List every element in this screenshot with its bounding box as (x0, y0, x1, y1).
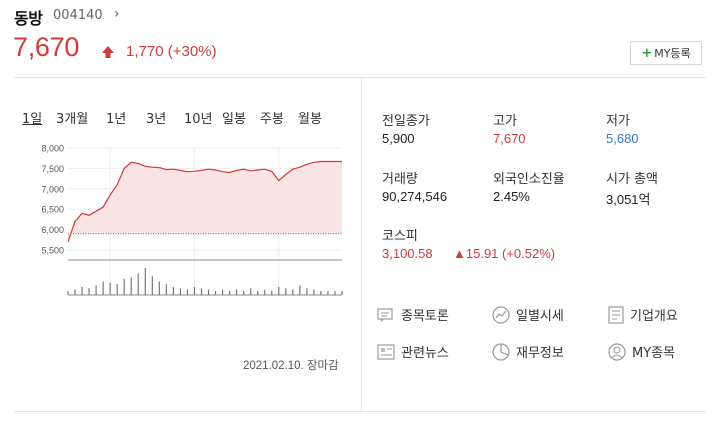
divider-top (14, 77, 706, 78)
stock-code[interactable]: 004140 (53, 8, 103, 23)
add-my-stock-button[interactable]: + MY등록 (630, 41, 702, 65)
stat-label-0: 전일종가 (382, 114, 430, 129)
up-arrow-icon (101, 44, 115, 63)
tab-4[interactable]: 10년 (184, 108, 222, 127)
tab-5[interactable]: 일봉 (222, 108, 260, 127)
current-price: 7,670 (13, 32, 80, 62)
change-amount: 1,770 (126, 43, 164, 60)
price-chart[interactable]: 8,0007,5007,0006,5006,0005,50010:0012:00… (28, 140, 348, 300)
y-tick-label: 8,000 (41, 144, 64, 154)
link-label: MY종목 (632, 346, 676, 361)
y-tick-label: 5,500 (41, 246, 64, 256)
period-tabs: 1일 3개월 1년 3년 10년 일봉 주봉 월봉 (22, 108, 328, 127)
link-label: 기업개요 (630, 309, 678, 324)
chart-date: 2021.02.10. 장마감 (243, 360, 339, 372)
y-tick-label: 7,000 (41, 184, 64, 194)
plus-icon: + (641, 45, 653, 61)
stat-value-0: 5,900 (382, 131, 415, 146)
my-register-label: MY등록 (654, 47, 691, 60)
stat-value-2: 5,680 (606, 131, 639, 146)
user-icon (608, 342, 626, 361)
stock-name[interactable]: 동방 (14, 5, 43, 29)
trend-icon (492, 305, 510, 324)
pie-icon (492, 342, 510, 361)
tab-0[interactable]: 1일 (22, 108, 56, 127)
stat-value-5: 3,051억 (606, 192, 651, 207)
stat-label-1: 고가 (493, 114, 517, 129)
stat-label-3: 거래량 (382, 172, 418, 187)
company-icon (608, 305, 624, 324)
index-label: 코스피 (382, 229, 418, 244)
link-pie[interactable]: 재무정보 (492, 342, 564, 361)
tab-3[interactable]: 3년 (146, 108, 184, 127)
link-news[interactable]: 관련뉴스 (377, 342, 449, 361)
stat-label-4: 외국인소진율 (493, 172, 565, 187)
stat-label-5: 시가 총액 (606, 172, 658, 187)
stat-value-1: 7,670 (493, 131, 526, 146)
news-icon (377, 343, 395, 360)
link-user[interactable]: MY종목 (608, 342, 675, 361)
stat-label-2: 저가 (606, 114, 630, 129)
divider-vertical (361, 78, 362, 411)
stat-value-3: 90,274,546 (382, 189, 448, 204)
y-tick-label: 6,000 (41, 225, 64, 235)
change-percent: (+30%) (167, 43, 217, 60)
link-discussion[interactable]: 종목토론 (377, 305, 449, 324)
tab-2[interactable]: 1년 (106, 108, 146, 127)
index-value: 3,100.58 (382, 246, 433, 261)
chevron-right-icon[interactable]: › (114, 6, 120, 22)
price-area (68, 161, 342, 242)
link-label: 일별시세 (516, 309, 564, 324)
link-company[interactable]: 기업개요 (608, 305, 678, 324)
divider-bottom (14, 411, 706, 412)
link-label: 재무정보 (516, 346, 564, 361)
price-change: 1,770 (+30%) (126, 43, 217, 60)
tab-6[interactable]: 주봉 (260, 108, 298, 127)
stat-value-4: 2.45% (493, 189, 530, 204)
tab-1[interactable]: 3개월 (56, 108, 106, 127)
y-tick-label: 6,500 (41, 205, 64, 215)
y-tick-label: 7,500 (41, 164, 64, 174)
link-label: 관련뉴스 (401, 346, 449, 361)
discussion-icon (377, 307, 395, 323)
index-change: ▲15.91 (+0.52%) (453, 246, 556, 261)
link-trend[interactable]: 일별시세 (492, 305, 564, 324)
tab-7[interactable]: 월봉 (298, 108, 328, 127)
link-label: 종목토론 (401, 309, 449, 324)
